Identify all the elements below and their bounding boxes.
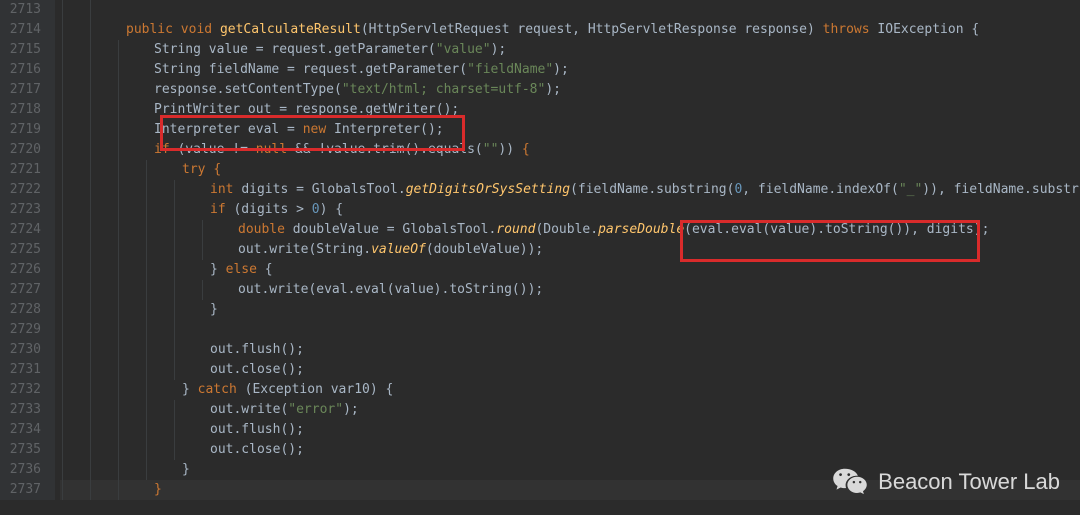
line-number: 2717 bbox=[6, 80, 41, 100]
code-line[interactable]: double doubleValue = GlobalsTool.round(D… bbox=[60, 220, 1080, 240]
code-line-text: } catch (Exception var10) { bbox=[60, 382, 393, 397]
line-number: 2714 bbox=[6, 20, 41, 40]
line-number: 2735 bbox=[6, 440, 41, 460]
code-line[interactable]: int digits = GlobalsTool.getDigitsOrSysS… bbox=[60, 180, 1080, 200]
code-line[interactable]: PrintWriter out = response.getWriter(); bbox=[60, 100, 1080, 120]
code-line-text: out.write("error"); bbox=[60, 402, 359, 417]
line-number: 2736 bbox=[6, 460, 41, 480]
code-line[interactable]: public void getCalculateResult(HttpServl… bbox=[60, 20, 1080, 40]
wechat-icon bbox=[832, 467, 868, 497]
code-line-text: out.write(eval.eval(value).toString()); bbox=[60, 282, 543, 297]
line-number: 2722 bbox=[6, 180, 41, 200]
line-number: 2718 bbox=[6, 100, 41, 120]
code-line[interactable]: } bbox=[60, 300, 1080, 320]
code-line[interactable]: out.write(eval.eval(value).toString()); bbox=[60, 280, 1080, 300]
line-number: 2732 bbox=[6, 380, 41, 400]
code-line-text: response.setContentType("text/html; char… bbox=[60, 82, 561, 97]
code-line-text: out.write(String.valueOf(doubleValue)); bbox=[60, 242, 543, 257]
code-line-text: } bbox=[60, 302, 218, 317]
line-number: 2726 bbox=[6, 260, 41, 280]
code-line-text: String fieldName = request.getParameter(… bbox=[60, 62, 569, 77]
code-line[interactable]: out.close(); bbox=[60, 440, 1080, 460]
line-number: 2719 bbox=[6, 120, 41, 140]
code-line[interactable]: try { bbox=[60, 160, 1080, 180]
code-line-text: try { bbox=[60, 162, 221, 177]
code-line[interactable]: out.write(String.valueOf(doubleValue)); bbox=[60, 240, 1080, 260]
code-line[interactable]: } else { bbox=[60, 260, 1080, 280]
code-line[interactable]: out.write("error"); bbox=[60, 400, 1080, 420]
line-number: 2733 bbox=[6, 400, 41, 420]
code-line[interactable]: if (value != null && !value.trim().equal… bbox=[60, 140, 1080, 160]
code-line-text: out.flush(); bbox=[60, 342, 304, 357]
line-number: 2725 bbox=[6, 240, 41, 260]
code-line[interactable]: String value = request.getParameter("val… bbox=[60, 40, 1080, 60]
code-line[interactable]: } catch (Exception var10) { bbox=[60, 380, 1080, 400]
code-area[interactable]: public void getCalculateResult(HttpServl… bbox=[55, 0, 1080, 500]
code-line[interactable] bbox=[60, 0, 1080, 20]
code-line-text: public void getCalculateResult(HttpServl… bbox=[60, 22, 979, 37]
code-line[interactable]: String fieldName = request.getParameter(… bbox=[60, 60, 1080, 80]
line-number: 2730 bbox=[6, 340, 41, 360]
line-number: 2724 bbox=[6, 220, 41, 240]
line-number: 2721 bbox=[6, 160, 41, 180]
code-line-text bbox=[60, 322, 210, 337]
code-line[interactable]: if (digits > 0) { bbox=[60, 200, 1080, 220]
code-line-text: if (value != null && !value.trim().equal… bbox=[60, 142, 530, 157]
line-number: 2713 bbox=[6, 0, 41, 20]
code-line-text: } bbox=[60, 482, 162, 497]
line-number: 2715 bbox=[6, 40, 41, 60]
line-number: 2729 bbox=[6, 320, 41, 340]
code-editor: 2713271427152716271727182719272027212722… bbox=[0, 0, 1080, 500]
code-line-text: String value = request.getParameter("val… bbox=[60, 42, 506, 57]
code-line-text: int digits = GlobalsTool.getDigitsOrSysS… bbox=[60, 182, 1080, 197]
code-line-text: PrintWriter out = response.getWriter(); bbox=[60, 102, 459, 117]
code-line-text bbox=[60, 2, 126, 17]
code-line[interactable]: out.flush(); bbox=[60, 420, 1080, 440]
code-line-text: out.close(); bbox=[60, 442, 304, 457]
line-number: 2716 bbox=[6, 60, 41, 80]
code-line-text: } else { bbox=[60, 262, 273, 277]
code-line-text: double doubleValue = GlobalsTool.round(D… bbox=[60, 222, 989, 237]
line-number: 2728 bbox=[6, 300, 41, 320]
line-number: 2737 bbox=[6, 480, 41, 500]
code-line-text: } bbox=[60, 462, 190, 477]
line-number: 2720 bbox=[6, 140, 41, 160]
code-line[interactable]: out.flush(); bbox=[60, 340, 1080, 360]
code-line-text: out.close(); bbox=[60, 362, 304, 377]
code-line[interactable] bbox=[60, 320, 1080, 340]
line-number: 2723 bbox=[6, 200, 41, 220]
line-number: 2731 bbox=[6, 360, 41, 380]
line-number-gutter: 2713271427152716271727182719272027212722… bbox=[0, 0, 55, 500]
code-line[interactable]: Interpreter eval = new Interpreter(); bbox=[60, 120, 1080, 140]
watermark: Beacon Tower Lab bbox=[832, 467, 1060, 497]
watermark-text: Beacon Tower Lab bbox=[878, 472, 1060, 492]
code-line-text: out.flush(); bbox=[60, 422, 304, 437]
line-number: 2727 bbox=[6, 280, 41, 300]
code-line[interactable]: out.close(); bbox=[60, 360, 1080, 380]
line-number: 2734 bbox=[6, 420, 41, 440]
code-line[interactable]: response.setContentType("text/html; char… bbox=[60, 80, 1080, 100]
code-line-text: if (digits > 0) { bbox=[60, 202, 343, 217]
